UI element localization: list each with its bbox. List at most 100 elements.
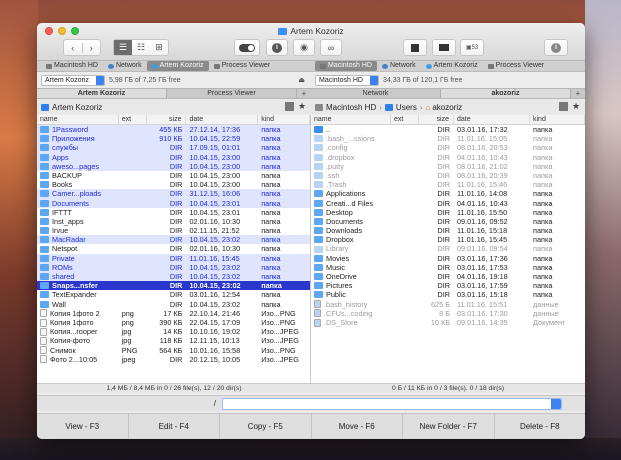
file-row[interactable]: Inst_apps DIR 02.01.16, 10:30 папка	[37, 217, 310, 226]
list-toggle-icon[interactable]	[559, 102, 568, 111]
file-row[interactable]: Private DIR 11.01.16, 15:45 папка	[37, 253, 310, 263]
favorite-tab[interactable]: Network	[103, 61, 147, 71]
favorite-tab[interactable]: Artem Kozoriz	[421, 61, 483, 71]
file-row[interactable]: Snaps...nsfer DIR 10.04.15, 23:02 папка	[37, 281, 310, 291]
file-row[interactable]: Apps DIR 10.04.15, 23:00 папка	[37, 152, 310, 162]
file-row[interactable]: Desktop DIR 11.01.16, 15:50 папка	[311, 208, 585, 217]
file-row[interactable]: Копия 1фото 2 png 17 КБ 22.10.14, 21:46 Изо.…	[37, 309, 310, 318]
back-button[interactable]: ‹	[64, 42, 83, 53]
drive-select-left[interactable]: Artem Kozoriz	[41, 74, 105, 86]
file-row[interactable]: .CFUs...coding 8 Б 03.01.16, 17:30 данные	[311, 309, 585, 318]
file-row[interactable]: Копия-фото jpg 118 КБ 12.11.15, 10:13 Изо...…	[37, 336, 310, 345]
file-row[interactable]: Копия...rooper jpg 14 КБ 10.10.16, 19:02 Изо…	[37, 327, 310, 336]
col-ext[interactable]: ext	[391, 115, 419, 124]
tab-artem-kozoriz[interactable]: Artem Kozoriz	[37, 89, 167, 98]
columns-view-icon[interactable]: ☷	[132, 40, 150, 55]
drive-select-right[interactable]: Macintosh HD	[315, 74, 379, 86]
file-row[interactable]: .DS_Store 10 КБ 09.01.16, 14:35 Документ	[311, 318, 585, 327]
file-row[interactable]: службы DIR 17.09.15, 01:01 папка	[37, 143, 310, 153]
col-name[interactable]: name	[37, 115, 119, 124]
hidden-files-toggle[interactable]	[234, 39, 260, 56]
command-input[interactable]	[222, 397, 562, 410]
favorite-tab[interactable]: Artem Kozoriz	[146, 61, 209, 71]
col-date[interactable]: date	[454, 115, 530, 124]
favorite-tab[interactable]: Macintosh HD	[41, 61, 103, 71]
file-row[interactable]: aweso...pages DIR 10.04.15, 23:00 папка	[37, 161, 310, 171]
breadcrumb-item[interactable]: Macintosh HD	[326, 103, 376, 112]
search-button[interactable]: ∞	[320, 39, 342, 56]
favorite-tab[interactable]: Process Viewer	[209, 61, 276, 71]
file-row[interactable]: .Trash DIR 11.01.16, 15:46 папка	[311, 180, 585, 189]
edit-button[interactable]: Edit - F4	[129, 414, 220, 439]
breadcrumb-item[interactable]: Users	[396, 103, 417, 112]
file-row[interactable]: Netspot DIR 02.01.16, 10:30 папка	[37, 244, 310, 253]
file-row[interactable]: Dropbox DIR 11.01.16, 15:45 папка	[311, 235, 585, 244]
file-row[interactable]: Music DIR 03.01.16, 17:53 папка	[311, 263, 585, 272]
file-row[interactable]: Documents DIR 09.01.16, 09:52 папка	[311, 217, 585, 226]
tab-akozoriz[interactable]: akozoriz	[441, 89, 571, 98]
file-row[interactable]: Downloads DIR 11.01.16, 15:18 папка	[311, 226, 585, 235]
file-row[interactable]: .bash_...ssions DIR 11.01.16, 15:05 папка	[311, 134, 585, 143]
col-size[interactable]: size	[147, 115, 187, 124]
terminal-button[interactable]	[432, 39, 456, 56]
favorite-tab[interactable]: Process Viewer	[483, 61, 550, 71]
col-ext[interactable]: ext	[119, 115, 147, 124]
move-button[interactable]: Move - F6	[312, 414, 403, 439]
file-row[interactable]: .putty DIR 08.01.16, 21:02 папка	[311, 162, 585, 171]
star-icon[interactable]: ★	[572, 102, 581, 111]
file-row[interactable]: ROMs DIR 10.04.15, 23:02 папка	[37, 262, 310, 272]
file-row[interactable]: Копия 1фото png 390 КБ 22.04.15, 17:09 Изо..…	[37, 318, 310, 327]
file-row[interactable]: .. DIR 03.01.16, 17:32 папка	[311, 125, 585, 134]
file-row[interactable]: OneDrive DIR 04.01.16, 19:18 папка	[311, 272, 585, 281]
file-row[interactable]: .config DIR 08.01.16, 20:53 папка	[311, 143, 585, 152]
list-view-icon[interactable]: ☰	[114, 40, 132, 55]
file-row[interactable]: Wall DIR 10.04.15, 23:02 папка	[37, 300, 310, 309]
file-row[interactable]: Documents DIR 10.04.15, 23:01 папка	[37, 198, 310, 208]
file-row[interactable]: Public DIR 03.01.16, 15:18 папка	[311, 290, 585, 299]
file-row[interactable]: Pictures DIR 03.01.16, 17:59 папка	[311, 281, 585, 290]
file-row[interactable]: Фото 2...10:05 jpeg DIR 20.12.15, 10:05 Изо.…	[37, 355, 310, 364]
file-row[interactable]: Irvue DIR 02.11.15, 21:52 папка	[37, 226, 310, 235]
file-row[interactable]: shared DIR 10.04.15, 23:02 папка	[37, 272, 310, 282]
favorite-tab[interactable]: Network	[377, 61, 421, 71]
copy-button[interactable]: Copy - F5	[220, 414, 312, 439]
file-row[interactable]: Movies DIR 03.01.16, 17:36 папка	[311, 254, 585, 263]
archive-button[interactable]	[403, 39, 427, 56]
file-row[interactable]: IFTTT DIR 10.04.15, 23:01 папка	[37, 208, 310, 217]
col-size[interactable]: size	[419, 115, 454, 124]
new-folder-button[interactable]: New Folder - F7	[403, 414, 495, 439]
view-button[interactable]: View - F3	[37, 414, 129, 439]
file-row[interactable]: TextExpander DIR 03.01.16, 12:54 папка	[37, 290, 310, 299]
col-kind[interactable]: kind	[530, 115, 585, 124]
preview-button[interactable]: ◉	[293, 39, 315, 56]
tab-network[interactable]: Network	[311, 89, 441, 98]
star-icon[interactable]: ★	[298, 102, 307, 111]
tab-process-viewer[interactable]: Process Viewer	[167, 89, 297, 98]
favorite-tab[interactable]: Macintosh HD	[315, 61, 377, 71]
file-row[interactable]: .ssh DIR 08.01.16, 20:39 папка	[311, 171, 585, 180]
file-row[interactable]: Снимок PNG 564 КБ 10.01.16, 15:58 Изо...PNG	[37, 346, 310, 355]
s3-button[interactable]: ▣ 53	[460, 39, 484, 56]
info-button[interactable]: i	[266, 39, 288, 56]
file-row[interactable]: Camer...ploads DIR 31.12.15, 16:06 папка	[37, 189, 310, 199]
delete-button[interactable]: Delete - F8	[495, 414, 586, 439]
file-row[interactable]: MacRadar DIR 10.04.15, 23:02 папка	[37, 235, 310, 245]
file-row[interactable]: Приложения 910 КБ 10.04.15, 22:59 папка	[37, 134, 310, 144]
breadcrumb-item[interactable]: akozoriz	[432, 103, 462, 112]
file-row[interactable]: Applications DIR 11.01.16, 14:08 папка	[311, 189, 585, 198]
col-date[interactable]: date	[186, 115, 259, 124]
file-row[interactable]: Creati...d Files DIR 04.01.16, 10:43 папка	[311, 199, 585, 208]
file-row[interactable]: .dropbox DIR 04.01.16, 10:43 папка	[311, 153, 585, 162]
file-row[interactable]: 1Password 455 КБ 27.12.14, 17:36 папка	[37, 125, 310, 135]
add-tab-left-button[interactable]: +	[297, 89, 311, 98]
list-toggle-icon[interactable]	[285, 102, 294, 111]
col-kind[interactable]: kind	[258, 115, 310, 124]
file-row[interactable]: BACKUP DIR 10.04.15, 23:00 папка	[37, 171, 310, 180]
eject-icon[interactable]: ⏏	[298, 76, 305, 84]
add-tab-right-button[interactable]: +	[571, 89, 585, 98]
forward-button[interactable]: ›	[83, 43, 101, 53]
file-row[interactable]: Library DIR 09.01.16, 09:54 папка	[311, 244, 585, 253]
breadcrumb-item[interactable]: Artem Kozoriz	[52, 103, 102, 112]
col-name[interactable]: name	[311, 115, 391, 124]
file-row[interactable]: .bash_history 625 Б 11.01.16, 15:51 данные	[311, 300, 585, 309]
